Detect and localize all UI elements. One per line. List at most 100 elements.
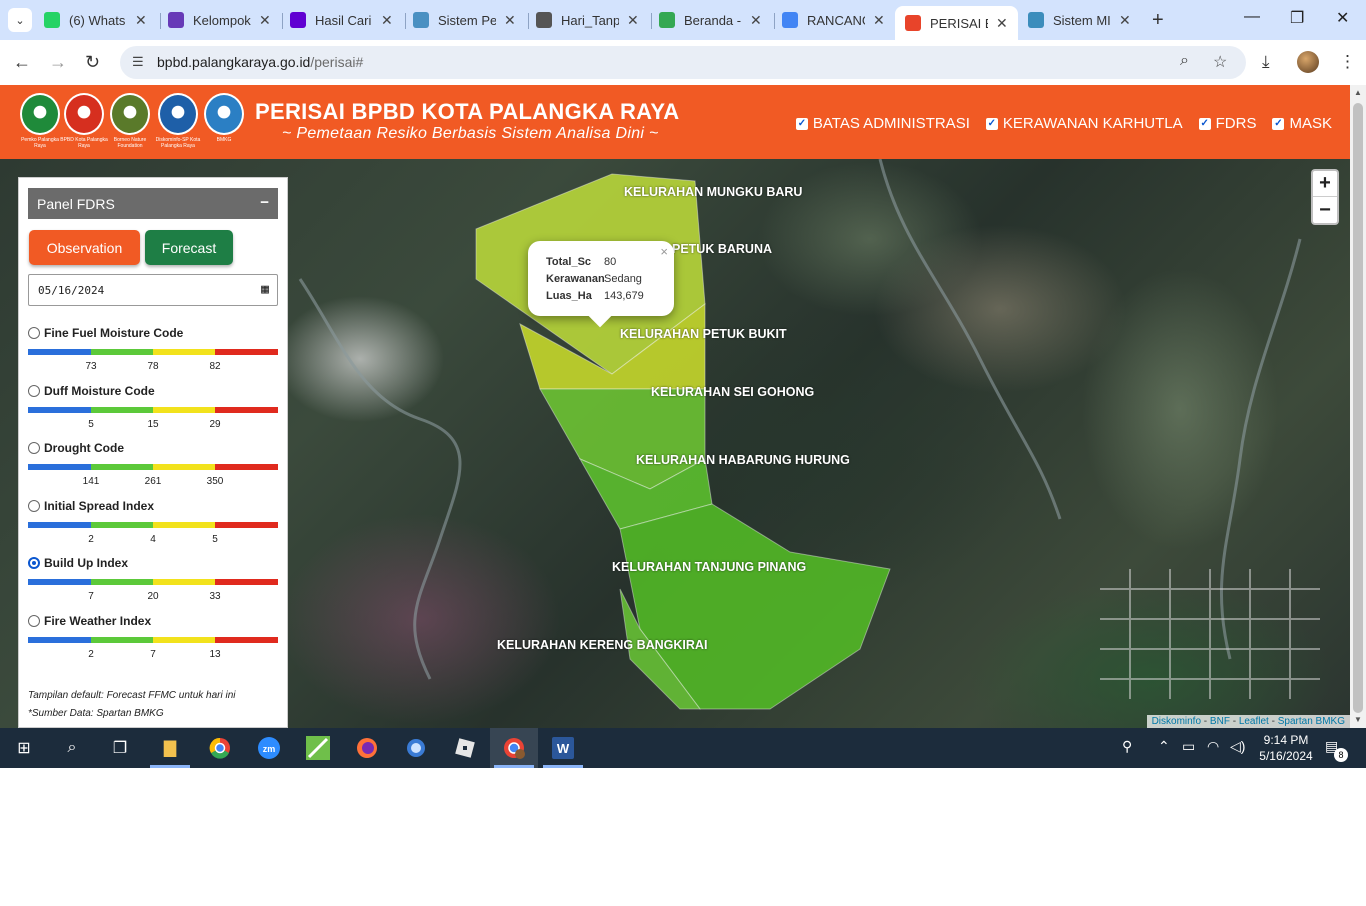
scroll-up-icon[interactable]: ▲ (1354, 88, 1362, 97)
scale-segment (91, 349, 153, 355)
browser-tab[interactable]: Beranda - ✕ (655, 6, 770, 34)
scrollbar-thumb[interactable] (1353, 103, 1363, 713)
zoom-in-button[interactable]: + (1313, 171, 1337, 197)
browser-tab[interactable]: Hari_Tanp ✕ (532, 6, 647, 34)
zoom-app-icon[interactable]: zm (257, 736, 281, 760)
zoom-icon[interactable]: ⌕ (1180, 52, 1189, 70)
tab-close-icon[interactable]: ✕ (381, 12, 393, 29)
field-grid (1100, 569, 1320, 699)
partner-logo-caption: BPBD Kota Palangka Raya (60, 137, 108, 149)
tab-close-icon[interactable]: ✕ (627, 12, 639, 29)
address-bar[interactable]: ☰ bpbd.palangkaraya.go.id/perisai# ⌕ ☆ (120, 46, 1246, 79)
radio-selected-icon[interactable] (28, 557, 40, 569)
date-input[interactable]: 05/16/2024 ▦ (28, 274, 278, 306)
layer-toggle[interactable]: ✓ BATAS ADMINISTRASI (795, 115, 970, 132)
radio-icon[interactable] (28, 442, 40, 454)
observation-button[interactable]: Observation (29, 230, 140, 265)
checkbox-checked-icon[interactable]: ✓ (1272, 117, 1285, 130)
people-icon[interactable]: ⚲ (1122, 738, 1132, 755)
browser-tab[interactable]: Sistem MI ✕ (1024, 6, 1139, 34)
greenshot-icon[interactable] (306, 736, 330, 760)
reload-icon[interactable]: ↻ (85, 52, 100, 73)
wifi-icon[interactable]: ◠ (1207, 738, 1219, 755)
new-tab-button[interactable]: + (1152, 9, 1164, 32)
site-info-icon[interactable]: ☰ (132, 54, 144, 70)
browser-tab[interactable]: Hasil Cari ✕ (286, 6, 401, 34)
scale-segment (153, 349, 215, 355)
tab-close-icon[interactable]: ✕ (135, 12, 147, 29)
close-window-button[interactable]: ✕ (1336, 8, 1349, 28)
battery-icon[interactable]: ▭ (1182, 738, 1195, 755)
tab-close-icon[interactable]: ✕ (504, 12, 516, 29)
fdrs-index-option[interactable]: Drought Code 141 261 350 (28, 441, 278, 492)
forward-icon[interactable]: → (49, 52, 67, 73)
radio-icon[interactable] (28, 384, 40, 397)
fdrs-color-scale (28, 406, 278, 413)
whatsapp-icon (44, 12, 60, 28)
bookmark-star-icon[interactable]: ☆ (1213, 52, 1227, 72)
checkbox-checked-icon[interactable]: ✓ (985, 117, 998, 130)
checkbox-checked-icon[interactable]: ✓ (1198, 117, 1211, 130)
zoom-out-button[interactable]: − (1313, 197, 1337, 223)
browser-menu-icon[interactable]: ⋮ (1339, 52, 1356, 72)
tab-close-icon[interactable]: ✕ (1119, 12, 1131, 29)
fdrs-index-option[interactable]: Duff Moisture Code 5 15 29 (28, 384, 278, 435)
scale-segment (215, 579, 278, 585)
forecast-button[interactable]: Forecast (145, 230, 233, 265)
attribution-link[interactable]: Spartan BMKG (1278, 716, 1345, 727)
minimize-window-button[interactable]: — (1244, 8, 1260, 26)
attribution-link[interactable]: Diskominfo (1152, 716, 1201, 727)
tab-close-icon[interactable]: ✕ (873, 12, 885, 29)
radio-icon[interactable] (28, 499, 40, 512)
browser-tab[interactable]: (6) Whats ✕ (40, 6, 155, 34)
download-icon[interactable]: ⤓ (1262, 52, 1270, 72)
tab-title: Hari_Tanp (561, 12, 619, 28)
checkbox-checked-icon[interactable]: ✓ (795, 117, 808, 130)
popup-close-icon[interactable]: × (660, 244, 668, 259)
scale-threshold-label: 33 (209, 591, 221, 602)
fdrs-index-option[interactable]: Initial Spread Index 2 4 5 (28, 499, 278, 550)
firefox-icon[interactable] (355, 736, 379, 760)
panel-minimize-button[interactable]: − (260, 194, 269, 211)
notification-count-badge: 8 (1334, 748, 1348, 762)
task-view-icon[interactable]: ❐ (108, 736, 132, 760)
site-icon (413, 12, 429, 28)
scroll-down-icon[interactable]: ▼ (1354, 715, 1362, 724)
restore-window-button[interactable]: ❐ (1290, 8, 1304, 28)
layer-toggle[interactable]: ✓ MASK (1272, 115, 1332, 132)
profile-avatar[interactable] (1297, 51, 1319, 73)
system-clock[interactable]: 9:14 PM 5/16/2024 (1256, 732, 1316, 764)
globe-icon (536, 12, 552, 28)
radio-icon[interactable] (28, 614, 40, 627)
file-explorer-icon[interactable]: ▇ (158, 736, 182, 760)
layer-toggle[interactable]: ✓ FDRS (1198, 115, 1256, 132)
layer-toggle[interactable]: ✓ KERAWANAN KARHUTLA (985, 115, 1183, 132)
page-scrollbar[interactable]: ▲ ▼ (1350, 85, 1366, 728)
windows-start-icon[interactable]: ⊞ (12, 736, 36, 760)
magnifier-app-icon[interactable] (404, 736, 428, 760)
browser-tab[interactable]: RANCANG ✕ (778, 6, 893, 34)
tab-search-button[interactable]: ⌄ (8, 8, 32, 32)
fdrs-index-option[interactable]: Fire Weather Index 2 7 13 (28, 614, 278, 665)
show-hidden-icons-chevron-icon[interactable]: ⌃ (1158, 738, 1170, 755)
chrome-profile-icon[interactable] (502, 736, 526, 760)
fdrs-index-option[interactable]: Build Up Index 7 20 33 (28, 556, 278, 607)
fdrs-index-option[interactable]: Fine Fuel Moisture Code 73 78 82 (28, 326, 278, 377)
attribution-link[interactable]: BNF (1210, 716, 1230, 727)
attribution-link[interactable]: Leaflet (1239, 716, 1269, 727)
tab-close-icon[interactable]: ✕ (259, 12, 271, 29)
back-icon[interactable]: ← (13, 52, 31, 73)
chrome-icon[interactable] (208, 736, 232, 760)
url-text[interactable]: bpbd.palangkaraya.go.id/perisai# (157, 54, 363, 70)
radio-icon[interactable] (28, 327, 40, 339)
tab-close-icon[interactable]: ✕ (996, 15, 1008, 32)
tab-close-icon[interactable]: ✕ (750, 12, 762, 29)
volume-icon[interactable]: ◁) (1230, 738, 1245, 755)
word-icon[interactable]: W (551, 736, 575, 760)
browser-tab[interactable]: PERISAI B ✕ (895, 6, 1018, 40)
browser-tab[interactable]: Sistem Pe ✕ (409, 6, 524, 34)
roblox-icon[interactable] (453, 736, 477, 760)
search-icon[interactable]: ⌕ (60, 736, 84, 760)
browser-tab[interactable]: Kelompok ✕ (164, 6, 279, 34)
calendar-icon[interactable]: ▦ (261, 282, 269, 297)
